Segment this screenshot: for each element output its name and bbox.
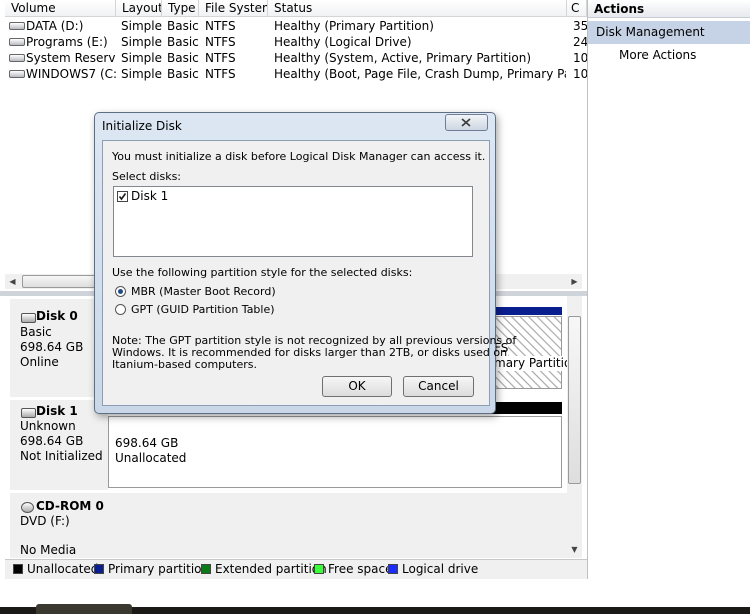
legend-label: Free space	[328, 562, 393, 576]
volume-name: DATA (D:)	[26, 19, 84, 33]
column-header-layout[interactable]: Layout	[116, 0, 162, 17]
volume-capacity: 10	[573, 67, 587, 81]
cancel-button[interactable]: Cancel	[403, 376, 474, 397]
partition-size: 698.64 GB	[115, 436, 179, 450]
volume-file-system: NTFS	[205, 35, 236, 49]
drive-icon	[9, 70, 25, 78]
legend-swatch	[314, 564, 324, 574]
dialog-body: You must initialize a disk before Logica…	[102, 140, 516, 406]
disk-select-list[interactable]: Disk 1	[113, 186, 473, 257]
dialog-title: Initialize Disk	[102, 119, 182, 133]
scroll-right-icon[interactable]: ▶	[567, 274, 582, 289]
volume-status: Healthy (Boot, Page File, Crash Dump, Pr…	[274, 67, 566, 81]
disk-type: DVD (F:)	[20, 514, 70, 528]
legend-swatch	[388, 564, 398, 574]
volume-name: WINDOWS7 (C:)	[26, 67, 116, 81]
scroll-left-icon[interactable]: ◀	[5, 274, 20, 289]
volume-capacity: 24	[573, 35, 587, 49]
drive-icon	[9, 38, 25, 46]
column-header-volume[interactable]: Volume	[5, 0, 116, 17]
scrollbar-thumb[interactable]	[568, 316, 581, 484]
volume-status: Healthy (Primary Partition)	[274, 19, 434, 33]
drive-icon	[9, 22, 25, 30]
disk-item-label: Disk 1	[131, 189, 169, 203]
disk-name: CD-ROM 0	[36, 499, 104, 513]
vertical-scrollbar[interactable]: ▼	[567, 296, 582, 558]
disk-size: 698.64 GB	[20, 340, 84, 354]
select-disks-label: Select disks:	[112, 170, 182, 183]
ok-button[interactable]: OK	[322, 376, 392, 397]
drive-icon	[9, 54, 25, 62]
mbr-label: MBR (Master Boot Record)	[131, 285, 276, 298]
volume-layout: Simple	[121, 67, 162, 81]
legend-swatch	[201, 564, 211, 574]
disk-status: Online	[20, 355, 59, 369]
actions-pane: Actions Disk Management More Actions	[587, 0, 750, 579]
volume-type: Basic	[167, 19, 199, 33]
mbr-option[interactable]: MBR (Master Boot Record)	[115, 284, 315, 299]
volume-status: Healthy (Logical Drive)	[274, 35, 412, 49]
disk-name: Disk 0	[36, 309, 78, 323]
volume-type: Basic	[167, 35, 199, 49]
cdrom-area	[108, 493, 570, 558]
volume-file-system: NTFS	[205, 67, 236, 81]
volume-layout: Simple	[121, 51, 162, 65]
gpt-option[interactable]: GPT (GUID Partition Table)	[115, 302, 315, 317]
more-actions-link[interactable]: More Actions	[619, 47, 696, 63]
legend-label: Primary partition	[108, 562, 210, 576]
checkmark-icon	[118, 193, 127, 201]
disk-checkbox[interactable]	[117, 191, 128, 202]
gpt-label: GPT (GUID Partition Table)	[131, 303, 275, 316]
volume-type: Basic	[167, 67, 199, 81]
legend-label: Logical drive	[402, 562, 479, 576]
gpt-radio[interactable]	[115, 304, 126, 315]
disk-size: 698.64 GB	[20, 434, 84, 448]
volume-layout: Simple	[121, 19, 162, 33]
legend-label: Unallocated	[27, 562, 99, 576]
partition-style-label: Use the following partition style for th…	[112, 266, 413, 279]
column-header-file-system[interactable]: File System	[199, 0, 268, 17]
partition-bar	[490, 307, 562, 315]
hard-disk-icon	[21, 313, 36, 323]
scrollbar-thumb[interactable]	[22, 275, 104, 288]
legend: Unallocated Primary partition Extended p…	[5, 559, 587, 580]
disk-1-label[interactable]: Disk 1 Unknown 698.64 GB Not Initialized	[10, 400, 108, 490]
volume-capacity: 10	[573, 51, 587, 65]
disk-status: No Media	[20, 543, 77, 557]
close-button[interactable]	[445, 114, 488, 131]
scroll-down-icon[interactable]: ▼	[567, 542, 582, 557]
partition-status: Unallocated	[115, 451, 187, 465]
legend-label: Extended partition	[215, 562, 327, 576]
cdrom-0-label[interactable]: CD-ROM 0 DVD (F:) No Media	[10, 493, 108, 558]
disk-list-item[interactable]: Disk 1	[114, 187, 314, 203]
column-header-capacity[interactable]: C	[567, 0, 587, 17]
disk-type: Unknown	[20, 419, 76, 433]
legend-swatch	[94, 564, 104, 574]
volume-type: Basic	[167, 51, 199, 65]
disk-type: Basic	[20, 325, 52, 339]
gpt-note: Itanium-based computers.	[112, 358, 257, 371]
column-header-status[interactable]: Status	[268, 0, 567, 17]
disk-status: Not Initialized	[20, 449, 103, 463]
volume-file-system: NTFS	[205, 51, 236, 65]
mbr-radio[interactable]	[115, 286, 126, 297]
column-header-type[interactable]: Type	[162, 0, 199, 17]
initialize-disk-dialog: Initialize Disk You must initialize a di…	[94, 112, 516, 414]
volume-name: System Reserved	[26, 51, 116, 65]
actions-disk-management[interactable]: Disk Management	[588, 21, 750, 44]
intro-text: You must initialize a disk before Logica…	[112, 150, 486, 163]
volume-file-system: NTFS	[205, 19, 236, 33]
close-icon	[461, 118, 471, 127]
volume-status: Healthy (System, Active, Primary Partiti…	[274, 51, 532, 65]
legend-swatch	[13, 564, 23, 574]
disk-name: Disk 1	[36, 404, 78, 418]
hard-disk-icon	[21, 408, 36, 418]
cd-drive-icon	[21, 502, 34, 513]
volume-name: Programs (E:)	[26, 35, 108, 49]
taskbar-button[interactable]	[36, 604, 132, 614]
actions-header: Actions	[588, 0, 750, 18]
volume-capacity: 35	[573, 19, 587, 33]
volume-layout: Simple	[121, 35, 162, 49]
unallocated-partition[interactable]: 698.64 GB Unallocated	[108, 416, 562, 488]
